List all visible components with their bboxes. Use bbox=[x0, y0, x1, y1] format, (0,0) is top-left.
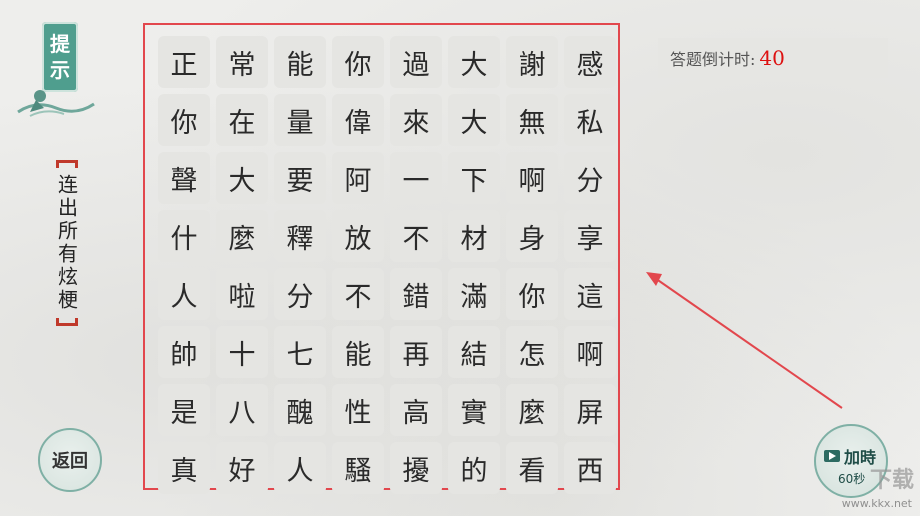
watermark-url: www.kkx.net bbox=[841, 497, 912, 510]
pointer-arrow bbox=[646, 272, 843, 409]
video-play-icon bbox=[824, 450, 840, 462]
watermark: 下载 www.kkx.net bbox=[818, 462, 918, 512]
watermark-text: 下载 bbox=[869, 468, 914, 493]
